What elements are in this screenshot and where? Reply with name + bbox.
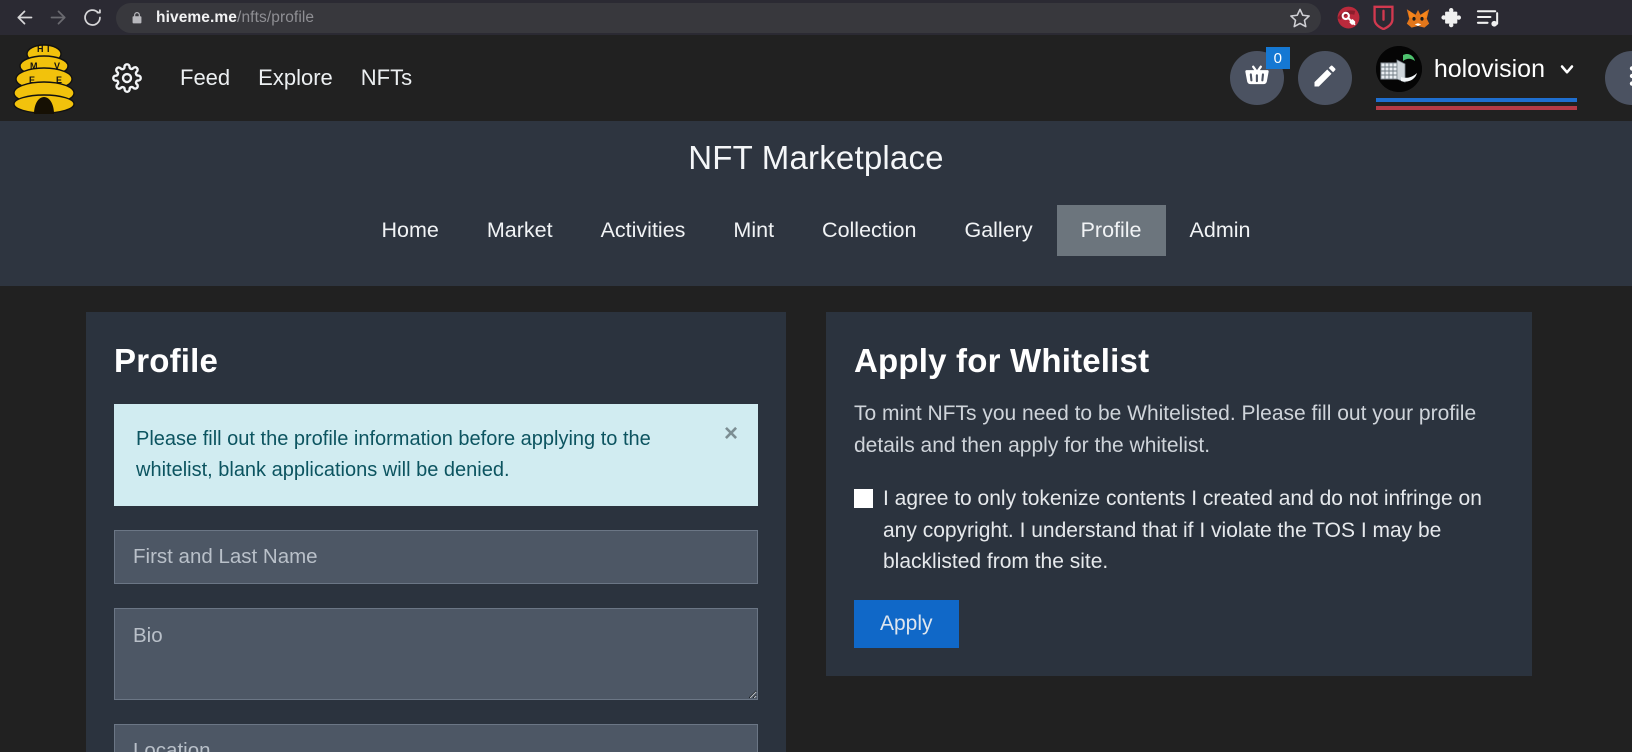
tab-market[interactable]: Market <box>463 205 577 256</box>
forward-button[interactable] <box>42 3 74 33</box>
tab-gallery[interactable]: Gallery <box>940 205 1056 256</box>
key-extension-icon[interactable] <box>1335 5 1361 31</box>
status-bar-blue <box>1375 98 1577 102</box>
nav-item-nfts[interactable]: NFTs <box>347 65 426 91</box>
tab-collection[interactable]: Collection <box>798 205 940 256</box>
user-menu[interactable]: holovision <box>1375 46 1577 110</box>
puzzle-extensions-icon[interactable] <box>1440 5 1466 31</box>
svg-text:I: I <box>47 44 50 54</box>
pencil-icon <box>1311 62 1339 95</box>
address-bar[interactable]: hiveme.me/nfts/profile <box>116 2 1321 33</box>
hamburger-menu-button[interactable] <box>1605 51 1632 105</box>
tab-admin[interactable]: Admin <box>1166 205 1275 256</box>
tab-mint[interactable]: Mint <box>709 205 798 256</box>
browser-extensions <box>1331 5 1501 31</box>
playlist-icon[interactable] <box>1475 5 1501 31</box>
shield-extension-icon[interactable] <box>1370 5 1396 31</box>
primary-navigation: Feed Explore NFTs <box>112 63 426 93</box>
whitelist-heading: Apply for Whitelist <box>854 342 1150 379</box>
profile-panel: Profile Please fill out the profile info… <box>86 312 786 752</box>
nav-item-feed[interactable]: Feed <box>166 65 244 91</box>
page-title: NFT Marketplace <box>688 139 944 176</box>
cart-count-badge: 0 <box>1265 47 1290 69</box>
whitelist-panel: Apply for Whitelist To mint NFTs you nee… <box>826 312 1532 676</box>
svg-text:E: E <box>29 75 35 85</box>
chevron-down-icon[interactable] <box>1557 59 1577 79</box>
svg-text:H: H <box>37 44 44 54</box>
gear-icon[interactable] <box>112 63 142 93</box>
star-icon[interactable] <box>1289 7 1311 29</box>
back-button[interactable] <box>8 3 40 33</box>
browser-toolbar: hiveme.me/nfts/profile <box>0 0 1632 35</box>
cart-button[interactable]: 0 <box>1229 47 1290 105</box>
status-bar-red <box>1375 106 1577 110</box>
svg-text:E: E <box>56 75 62 85</box>
apply-button[interactable]: Apply <box>854 599 959 648</box>
reload-button[interactable] <box>76 3 108 33</box>
tab-profile[interactable]: Profile <box>1056 205 1166 256</box>
name-input[interactable] <box>114 530 758 584</box>
agreement-checkbox[interactable] <box>854 489 873 508</box>
whitelist-description: To mint NFTs you need to be Whitelisted.… <box>854 402 1477 457</box>
close-icon[interactable]: × <box>724 422 738 446</box>
forward-arrow-icon <box>48 7 69 28</box>
nav-item-explore[interactable]: Explore <box>244 65 347 91</box>
user-status-bars <box>1375 98 1577 110</box>
marketplace-banner: NFT Marketplace Home Market Activities M… <box>0 121 1632 286</box>
back-arrow-icon <box>14 7 35 28</box>
site-header: H I M V E E Feed Explore NFTs 0 holovisi… <box>0 35 1632 121</box>
url-path: /nfts/profile <box>237 8 315 26</box>
lock-icon <box>130 10 144 26</box>
svg-text:V: V <box>54 61 60 71</box>
hiveme-beehive-logo[interactable]: H I M V E E <box>10 42 78 114</box>
metamask-fox-icon[interactable] <box>1405 5 1431 31</box>
reload-icon <box>82 7 103 28</box>
username-label: holovision <box>1433 54 1545 83</box>
bio-textarea[interactable] <box>114 608 758 700</box>
svg-text:M: M <box>30 61 38 71</box>
location-input[interactable] <box>114 724 758 752</box>
hamburger-menu-icon <box>1619 63 1632 94</box>
main-content: Profile Please fill out the profile info… <box>0 286 1632 752</box>
user-avatar <box>1375 46 1422 92</box>
header-actions: 0 holovision <box>1229 46 1632 110</box>
tab-home[interactable]: Home <box>358 205 463 256</box>
marketplace-tabs: Home Market Activities Mint Collection G… <box>0 205 1632 256</box>
tab-activities[interactable]: Activities <box>577 205 710 256</box>
url-host: hiveme.me <box>156 8 238 26</box>
agreement-text: I agree to only tokenize contents I crea… <box>883 487 1482 573</box>
agreement-row[interactable]: I agree to only tokenize contents I crea… <box>854 483 1504 578</box>
profile-alert-text: Please fill out the profile information … <box>136 428 651 481</box>
profile-alert: Please fill out the profile information … <box>114 404 758 506</box>
profile-heading: Profile <box>114 342 219 379</box>
edit-button[interactable] <box>1297 51 1352 105</box>
url-text: hiveme.me/nfts/profile <box>156 9 314 27</box>
